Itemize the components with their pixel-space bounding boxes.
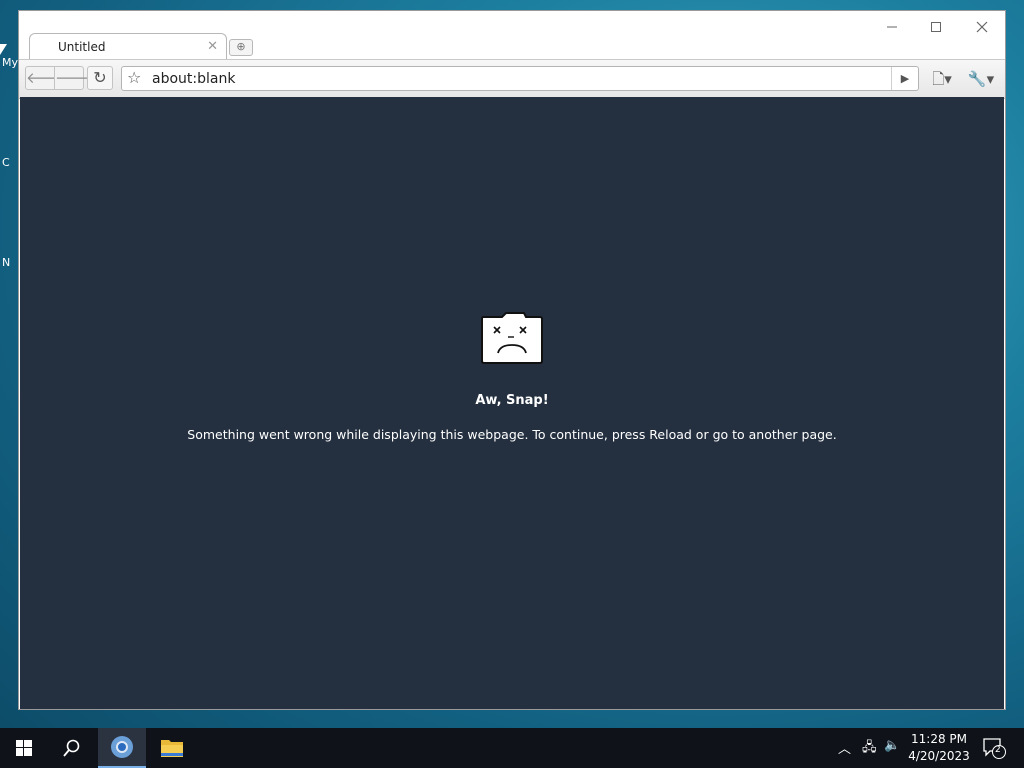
network-icon[interactable]: 🖧 bbox=[862, 738, 877, 760]
taskbar-file-explorer-button[interactable] bbox=[148, 728, 196, 768]
new-tab-button[interactable]: ⊕ bbox=[229, 39, 253, 56]
reload-icon: ↻ bbox=[93, 68, 107, 87]
url-input[interactable] bbox=[152, 69, 882, 88]
wrench-menu-button[interactable]: 🔧▾ bbox=[965, 69, 997, 89]
search-button[interactable] bbox=[48, 728, 96, 768]
wrench-icon: 🔧▾ bbox=[967, 70, 995, 88]
taskbar-chrome-button[interactable] bbox=[98, 728, 146, 768]
page-content: Aw, Snap! Something went wrong while dis… bbox=[20, 97, 1004, 709]
windows-logo-icon bbox=[16, 740, 32, 756]
close-icon bbox=[976, 21, 988, 33]
close-window-button[interactable] bbox=[967, 17, 997, 39]
mouse-cursor-icon bbox=[0, 44, 7, 55]
clock-date: 4/20/2023 bbox=[908, 749, 970, 763]
tab-title: Untitled bbox=[58, 40, 106, 54]
desktop-icon-label[interactable]: My bbox=[2, 56, 18, 69]
chrome-icon bbox=[111, 736, 133, 758]
go-button[interactable]: ▶ bbox=[891, 67, 918, 90]
address-bar[interactable]: ☆ ▶ bbox=[121, 66, 919, 91]
tab-untitled[interactable]: Untitled ✕ bbox=[29, 33, 227, 60]
system-clock[interactable]: 11:28 PM 4/20/2023 bbox=[904, 731, 974, 765]
search-icon bbox=[63, 739, 80, 757]
minimize-icon bbox=[887, 26, 897, 28]
page-icon: 🗋▾ bbox=[932, 70, 952, 88]
tab-close-icon[interactable]: ✕ bbox=[207, 39, 218, 54]
folder-icon bbox=[161, 740, 183, 757]
sad-tab-icon bbox=[481, 312, 543, 364]
star-icon[interactable]: ☆ bbox=[127, 68, 141, 87]
volume-icon[interactable]: 🔈 bbox=[884, 738, 900, 753]
desktop-icon-label[interactable]: N bbox=[2, 256, 10, 269]
page-menu-button[interactable]: 🗋▾ bbox=[927, 69, 957, 89]
taskbar: ︿ 🖧 🔈 11:28 PM 4/20/2023 2 bbox=[0, 728, 1024, 768]
show-hidden-icons-chevron-icon[interactable]: ︿ bbox=[838, 738, 851, 757]
start-button[interactable] bbox=[0, 728, 48, 768]
browser-window: Untitled ✕ ⊕ 🡐 🡒 ↻ ☆ ▶ 🗋▾ 🔧▾ bbox=[18, 10, 1006, 710]
back-button[interactable]: 🡐 bbox=[25, 66, 66, 90]
action-center-button[interactable]: 2 bbox=[982, 736, 1008, 760]
error-message: Something went wrong while displaying th… bbox=[187, 427, 837, 442]
desktop-icon-label[interactable]: C bbox=[2, 156, 10, 169]
plus-icon: ⊕ bbox=[236, 40, 246, 53]
error-title: Aw, Snap! bbox=[475, 393, 549, 408]
reload-button[interactable]: ↻ bbox=[87, 66, 113, 90]
clock-time: 11:28 PM bbox=[911, 732, 967, 746]
maximize-icon bbox=[931, 22, 941, 32]
minimize-button[interactable] bbox=[877, 17, 907, 39]
maximize-button[interactable] bbox=[921, 17, 951, 39]
forward-button[interactable]: 🡒 bbox=[54, 66, 95, 90]
toolbar: 🡐 🡒 ↻ ☆ ▶ 🗋▾ 🔧▾ bbox=[19, 59, 1005, 99]
play-icon: ▶ bbox=[900, 72, 910, 85]
notification-count: 2 bbox=[995, 745, 1001, 755]
